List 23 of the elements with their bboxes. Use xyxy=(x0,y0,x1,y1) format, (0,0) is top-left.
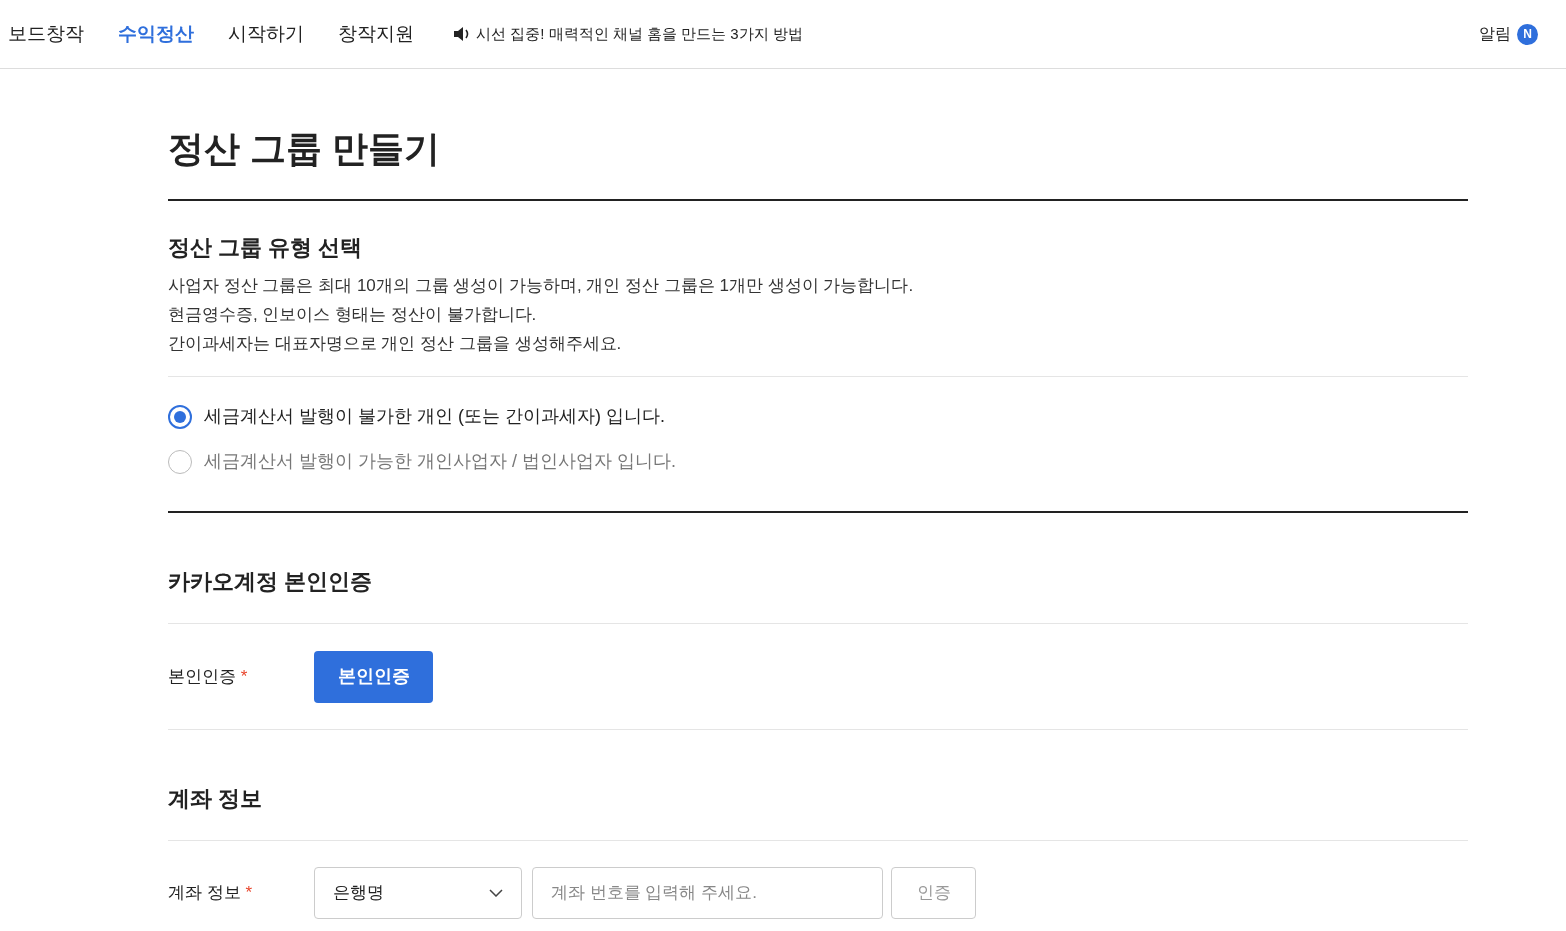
alarm-badge: N xyxy=(1517,23,1538,45)
bank-select[interactable]: 은행명 xyxy=(314,867,522,919)
chevron-down-icon xyxy=(489,889,503,897)
description-text: 사업자 정산 그룹은 최대 10개의 그룹 생성이 가능하며, 개인 정산 그룹은 1개만 생성이 가능합니다. xyxy=(168,275,915,297)
radio-option[interactable]: 세금계산서 발행이 불가한 개인 (또는 간이과세자) 입니다. xyxy=(168,403,1468,430)
section-title: 정산 그룹 유형 선택 xyxy=(168,234,364,262)
account-number-field[interactable]: 계좌 번호를 입력해 주세요. xyxy=(532,867,883,919)
section-title: 계좌 정보 xyxy=(168,785,264,813)
nav-tab[interactable]: 보드창작 xyxy=(8,19,84,49)
description-text: 현금영수증, 인보이스 형태는 정산이 불가합니다. xyxy=(168,304,538,326)
nav-tab[interactable]: 수익정산 xyxy=(118,19,194,49)
radio-button[interactable] xyxy=(168,404,192,429)
notice-text[interactable]: 시선 집중! 매력적인 채널 홈을 만드는 3가지 방법 xyxy=(476,22,803,46)
verify-identity-button[interactable]: 본인인증 xyxy=(314,650,433,703)
field-label: 본인인증 * xyxy=(168,665,249,688)
page-title: 정산 그룹 만들기 xyxy=(168,127,441,171)
radio-option[interactable]: 세금계산서 발행이 가능한 개인사업자 / 법인사업자 입니다. xyxy=(168,448,1468,475)
nav-tab[interactable]: 창작지원 xyxy=(338,19,414,49)
nav-tab[interactable]: 시작하기 xyxy=(228,19,304,49)
section-title: 카카오계정 본인인증 xyxy=(168,568,374,596)
alarm-label[interactable]: 알림 xyxy=(1479,22,1511,46)
field-label: 계좌 정보 * xyxy=(168,882,254,905)
description-text: 간이과세자는 대표자명으로 개인 정산 그룹을 생성해주세요. xyxy=(168,333,623,355)
